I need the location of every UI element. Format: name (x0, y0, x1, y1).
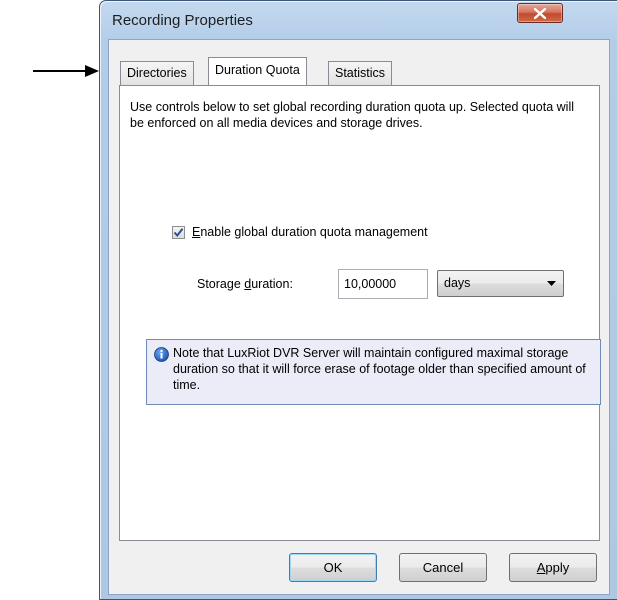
storage-duration-label: Storage duration: (197, 277, 293, 291)
pointer-arrow-icon (33, 65, 99, 77)
tab-directories[interactable]: Directories (120, 61, 194, 85)
storage-duration-input[interactable]: 10,00000 (338, 269, 428, 299)
duration-unit-select[interactable]: days (437, 270, 564, 297)
recording-properties-dialog: Recording Properties Directories Duratio… (99, 0, 617, 600)
info-icon (154, 347, 169, 362)
checkmark-icon (173, 228, 184, 238)
dialog-client-area: Directories Duration Quota Statistics Us… (108, 39, 610, 595)
duration-unit-value: days (444, 276, 471, 290)
storage-duration-label-after: uration: (251, 277, 293, 291)
enable-quota-label-text: nable global duration quota management (200, 225, 428, 239)
enable-quota-label[interactable]: Enable global duration quota management (192, 225, 428, 239)
dropdown-chevron-icon (547, 281, 556, 286)
close-icon (534, 7, 546, 19)
title-bar[interactable]: Recording Properties (100, 1, 617, 41)
info-note-box: Note that LuxRiot DVR Server will mainta… (146, 339, 601, 405)
close-button[interactable] (517, 3, 563, 23)
info-note-text: Note that LuxRiot DVR Server will mainta… (173, 346, 586, 392)
storage-duration-label-before: Storage (197, 277, 245, 291)
tab-duration-quota[interactable]: Duration Quota (208, 57, 307, 85)
cancel-button[interactable]: Cancel (399, 553, 487, 582)
apply-label: pply (545, 560, 570, 575)
duration-quota-panel: Use controls below to set global recordi… (119, 85, 601, 541)
ok-button[interactable]: OK (289, 553, 377, 582)
tab-statistics[interactable]: Statistics (328, 61, 393, 85)
enable-quota-checkbox[interactable] (172, 226, 185, 239)
intro-text: Use controls below to set global recordi… (130, 100, 575, 130)
apply-button[interactable]: Apply (509, 553, 597, 582)
window-title: Recording Properties (112, 12, 253, 29)
